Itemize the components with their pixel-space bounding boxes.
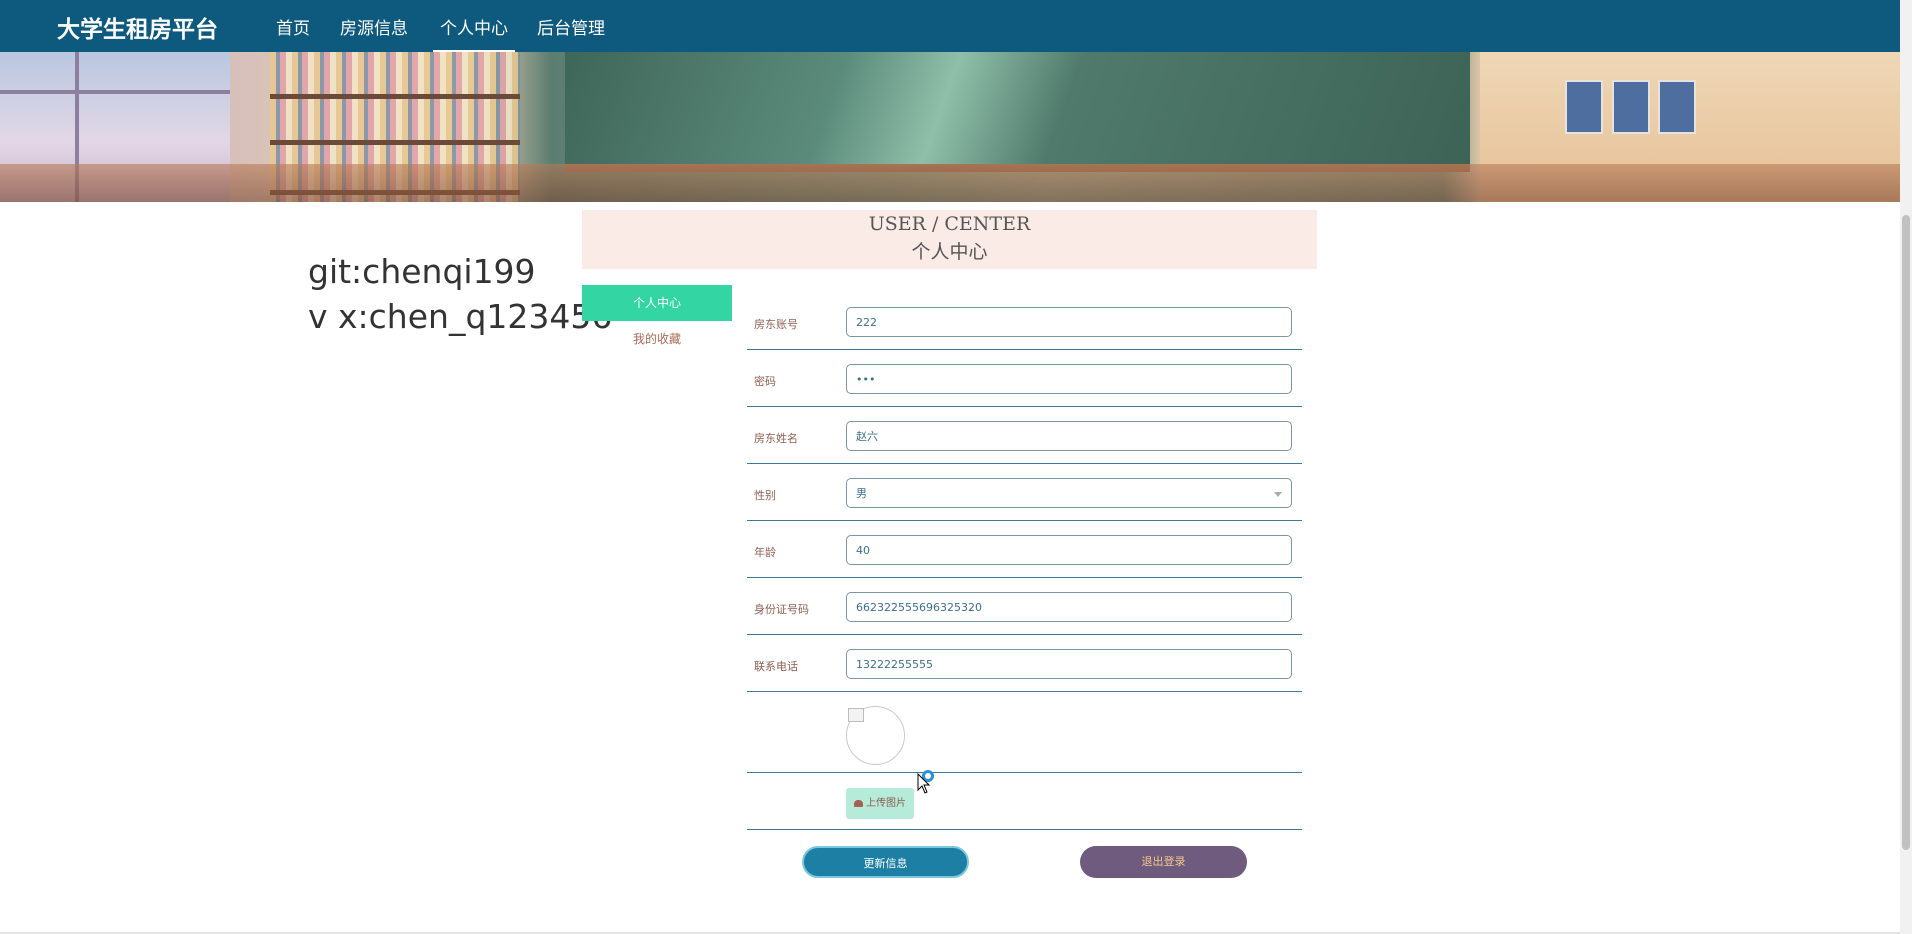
user-center-header: USER / CENTER 个人中心	[582, 210, 1317, 269]
chevron-down-icon	[1274, 492, 1282, 497]
banner-poster	[1612, 80, 1650, 134]
shelf-board	[270, 140, 520, 145]
upload-image-button[interactable]: 上传图片	[846, 788, 914, 819]
mouse-pointer-icon	[917, 773, 931, 794]
banner-poster	[1658, 80, 1696, 134]
banner-chalkboard	[565, 52, 1470, 172]
scrollbar-thumb[interactable]	[1902, 215, 1910, 850]
window-frame	[0, 90, 230, 94]
gender-select[interactable]: 男	[846, 478, 1292, 508]
nav-link-user-center[interactable]: 个人中心	[433, 14, 515, 52]
label-account: 房东账号	[754, 318, 798, 331]
upload-label: 上传图片	[866, 798, 906, 809]
form-row-id: 身份证号码 662322555696325320	[747, 584, 1302, 635]
nav-link-home[interactable]: 首页	[276, 14, 310, 39]
watermark-line-2: v x:chen_q123456	[308, 297, 613, 336]
shelf-board	[270, 94, 520, 99]
watermark-line-1: git:chenqi199	[308, 252, 536, 291]
page-scrollbar[interactable]	[1900, 0, 1912, 934]
label-age: 年龄	[754, 546, 776, 559]
top-nav: 大学生租房平台 首页 房源信息 个人中心 后台管理	[0, 0, 1900, 52]
update-info-button[interactable]: 更新信息	[802, 846, 969, 878]
phone-input[interactable]: 13222255555	[846, 649, 1292, 679]
gender-selected-value: 男	[856, 487, 867, 500]
form-row-avatar	[747, 692, 1302, 773]
label-phone: 联系电话	[754, 660, 798, 673]
form-row-upload: 上传图片	[747, 773, 1302, 830]
side-menu: 个人中心 我的收藏	[582, 285, 732, 357]
form-row-age: 年龄 40	[747, 527, 1302, 578]
form-row-password: 密码 •••	[747, 356, 1302, 407]
form-row-account: 房东账号 222	[747, 299, 1302, 350]
nav-link-admin[interactable]: 后台管理	[537, 14, 605, 39]
broken-image-icon	[848, 708, 864, 722]
form-row-name: 房东姓名 赵六	[747, 413, 1302, 464]
label-name: 房东姓名	[754, 432, 798, 445]
nav-link-listings[interactable]: 房源信息	[340, 14, 408, 39]
age-input[interactable]: 40	[846, 535, 1292, 565]
banner-counter	[0, 164, 1900, 202]
header-title-cn: 个人中心	[911, 241, 988, 263]
side-item-favorites[interactable]: 我的收藏	[582, 321, 732, 357]
form-row-gender: 性别 男	[747, 470, 1302, 521]
id-number-input[interactable]: 662322555696325320	[846, 592, 1292, 622]
banner-image	[0, 52, 1900, 202]
side-item-user-center[interactable]: 个人中心	[582, 285, 732, 321]
brand-title[interactable]: 大学生租房平台	[57, 10, 218, 44]
password-input[interactable]: •••	[846, 364, 1292, 394]
label-gender: 性别	[754, 489, 776, 502]
label-password: 密码	[754, 375, 776, 388]
label-id-number: 身份证号码	[754, 603, 809, 616]
header-title-en: USER / CENTER	[868, 213, 1031, 235]
logout-button[interactable]: 退出登录	[1080, 846, 1247, 878]
account-input[interactable]: 222	[846, 307, 1292, 337]
form-row-phone: 联系电话 13222255555	[747, 641, 1302, 692]
cloud-upload-icon	[854, 799, 863, 807]
avatar-image	[846, 706, 905, 765]
banner-poster	[1565, 80, 1603, 134]
name-input[interactable]: 赵六	[846, 421, 1292, 451]
